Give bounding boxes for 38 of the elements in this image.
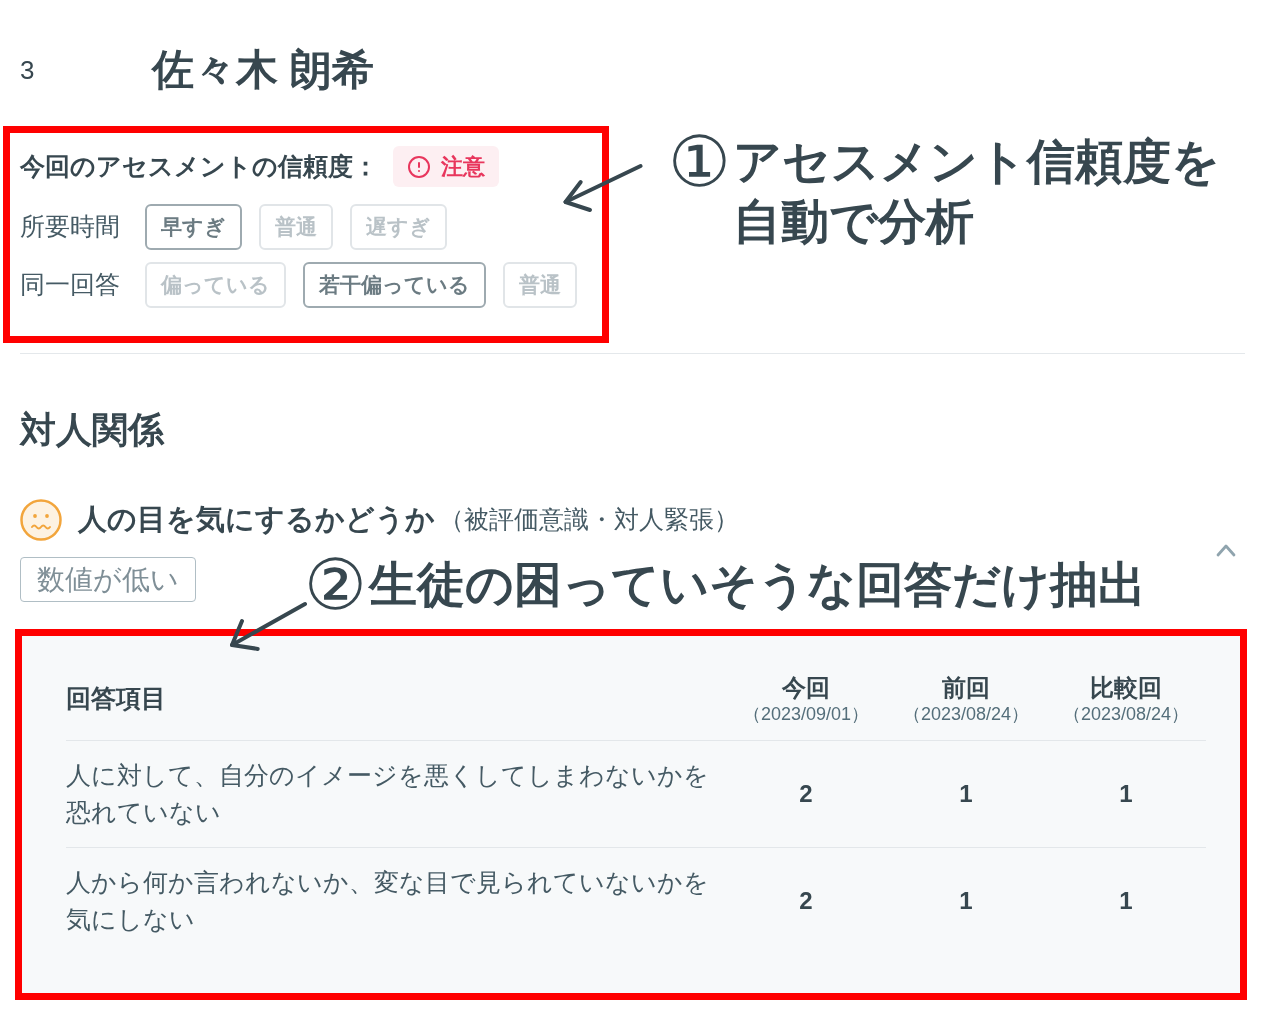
table-cell-text: 1 (1119, 886, 1133, 916)
row-number: 3 (20, 53, 36, 87)
worried-face-icon (20, 499, 62, 541)
option-chip: 早すぎ (145, 204, 242, 250)
option-chip: 若干偏っている (303, 262, 486, 308)
section-title: 対人関係 (20, 408, 166, 452)
item-subtitle: （被評価意識・対人緊張） (439, 504, 739, 536)
alert-icon (407, 154, 431, 179)
step-number: ② (304, 552, 367, 618)
option-chip: 偏っている (145, 262, 286, 308)
option-chip: 普通 (259, 204, 333, 250)
column-header: 今回 (782, 673, 830, 703)
column-date: （2023/08/24） (902, 703, 1030, 725)
table-cell-text: 1 (1119, 779, 1133, 809)
column-header: 前回 (942, 673, 990, 703)
item-title: 人の目を気にするかどうか (78, 502, 435, 538)
column-header: 回答項目 (66, 683, 166, 715)
table-cell-text: 人から何か言われないか、変な目で見られていないかを 気にしない (66, 867, 709, 935)
reliability-label: 今回のアセスメントの信頼度： (20, 150, 378, 182)
table-cell-text: 2 (799, 886, 813, 916)
status-tag: 数値が低い (20, 557, 196, 602)
table-cell-text: 1 (959, 886, 973, 916)
student-name: 佐々木 朗希 (152, 45, 374, 95)
chevron-up-icon[interactable] (1216, 543, 1236, 557)
caution-badge: 注意 (393, 146, 499, 187)
annotation-text: アセスメント信頼度を 自動で分析 (733, 134, 1220, 250)
column-date: （2023/08/24） (1062, 703, 1190, 725)
criterion-label: 同一回答 (20, 269, 121, 301)
annotation-text: 生徒の困っていそうな回答だけ抽出 (369, 557, 1146, 613)
column-header: 比較回 (1090, 673, 1162, 703)
table-cell-text: 2 (799, 779, 813, 809)
criterion-label: 所要時間 (20, 211, 121, 243)
option-chip: 普通 (503, 262, 577, 308)
table-cell-text: 1 (959, 779, 973, 809)
step-number: ① (668, 129, 731, 195)
option-chip: 遅すぎ (350, 204, 447, 250)
column-date: （2023/09/01） (742, 703, 870, 725)
table-cell-text: 人に対して、自分のイメージを悪くしてしまわないかを 恐れていない (66, 760, 709, 828)
